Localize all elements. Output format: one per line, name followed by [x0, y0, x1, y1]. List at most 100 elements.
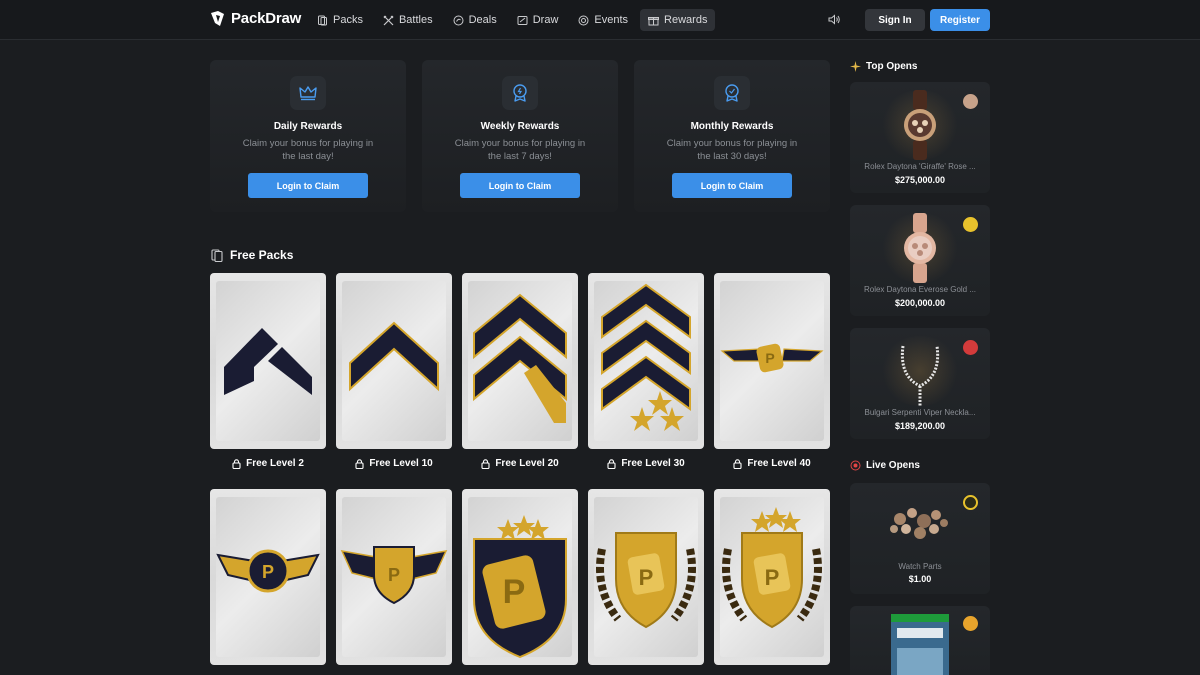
- events-icon: [578, 15, 589, 25]
- draw-icon: [517, 15, 528, 25]
- weekly-rewards-card: Weekly Rewards Claim your bonus for play…: [422, 60, 618, 212]
- lock-icon: [607, 458, 616, 469]
- brand-name: PackDraw: [231, 10, 302, 27]
- monthly-login-to-claim-button[interactable]: Login to Claim: [672, 173, 792, 198]
- pack-row2-3[interactable]: P: [462, 489, 578, 665]
- top-open-item[interactable]: Bulgari Serpenti Viper Neckla... $189,20…: [850, 328, 990, 439]
- user-avatar[interactable]: [963, 340, 978, 355]
- deal-icon: [453, 15, 464, 25]
- pack-free-level-30[interactable]: [588, 273, 704, 449]
- pack-label-text: Free Level 40: [747, 458, 811, 469]
- pack-free-level-40[interactable]: P: [714, 273, 830, 449]
- svg-text:P: P: [262, 562, 274, 582]
- lock-icon: [232, 458, 241, 469]
- free-packs-title: Free Packs: [230, 248, 294, 262]
- item-price: $1.00: [908, 574, 932, 584]
- register-button[interactable]: Register: [930, 9, 990, 31]
- live-open-item[interactable]: [850, 606, 990, 675]
- pack-label-text: Free Level 20: [495, 458, 559, 469]
- live-dot-icon: [850, 460, 861, 471]
- top-open-item[interactable]: Rolex Daytona Everose Gold ... $200,000.…: [850, 205, 990, 316]
- top-open-item[interactable]: Rolex Daytona 'Giraffe' Rose ... $275,00…: [850, 82, 990, 193]
- lock-icon: [481, 458, 490, 469]
- nav-battles-label: Battles: [398, 14, 433, 26]
- item-name: Watch Parts: [898, 562, 942, 571]
- pack-label-level-20: Free Level 20: [462, 458, 578, 469]
- item-price: $275,000.00: [894, 175, 946, 185]
- user-avatar[interactable]: [963, 616, 978, 631]
- pack-label-text: Free Level 2: [246, 458, 304, 469]
- item-price: $189,200.00: [894, 421, 946, 431]
- nav-packs-label: Packs: [333, 14, 363, 26]
- user-avatar[interactable]: [963, 495, 978, 510]
- pack-label-text: Free Level 30: [621, 458, 685, 469]
- pack-free-level-20[interactable]: [462, 273, 578, 449]
- live-opens-header: Live Opens: [850, 460, 920, 471]
- volume-icon[interactable]: [828, 13, 841, 26]
- weekly-login-to-claim-button[interactable]: Login to Claim: [460, 173, 580, 198]
- user-avatar[interactable]: [963, 217, 978, 232]
- laurel-shield-stars-icon: P: [722, 507, 822, 629]
- top-opens-header: Top Opens: [850, 61, 917, 72]
- nav-rewards[interactable]: Rewards: [640, 9, 716, 31]
- pack-label-level-10: Free Level 10: [336, 458, 452, 469]
- item-name: Rolex Daytona Everose Gold ...: [863, 285, 977, 294]
- svg-text:P: P: [503, 573, 526, 611]
- monthly-rewards-card: Monthly Rewards Claim your bonus for pla…: [634, 60, 830, 212]
- shield-stars-icon: P: [473, 515, 567, 659]
- watch-image: [904, 213, 936, 283]
- swords-icon: [383, 15, 394, 25]
- watch-parts-image: [890, 508, 948, 539]
- pack-row2-2[interactable]: P: [336, 489, 452, 665]
- gift-icon: [648, 16, 660, 25]
- pack-row2-4[interactable]: P: [588, 489, 704, 665]
- nav-packs[interactable]: Packs: [309, 9, 371, 31]
- lock-icon: [733, 458, 742, 469]
- pack-free-level-2[interactable]: [210, 273, 326, 449]
- pack-label-text: Free Level 10: [369, 458, 433, 469]
- logo[interactable]: PackDraw: [210, 10, 301, 27]
- svg-text:P: P: [765, 565, 780, 590]
- logo-icon: [211, 10, 224, 26]
- nav-battles[interactable]: Battles: [375, 9, 441, 31]
- lock-icon: [355, 458, 364, 469]
- item-price: $200,000.00: [894, 298, 946, 308]
- svg-text:P: P: [639, 565, 654, 590]
- pack-row2-5[interactable]: P: [714, 489, 830, 665]
- item-name: Rolex Daytona 'Giraffe' Rose ...: [864, 162, 976, 171]
- shield-wings-icon: P: [340, 546, 448, 605]
- weekly-rewards-desc: Claim your bonus for playing in the last…: [454, 138, 586, 162]
- chevron-rank-2-icon: [349, 321, 439, 392]
- monthly-rewards-title: Monthly Rewards: [690, 121, 774, 132]
- game-cover-image: [891, 614, 949, 675]
- nav-draw[interactable]: Draw: [509, 9, 567, 31]
- svg-text:P: P: [765, 350, 774, 366]
- badge-icon: [714, 76, 750, 110]
- necklace-image: [900, 345, 940, 406]
- weekly-rewards-title: Weekly Rewards: [480, 121, 560, 132]
- chevron-rank-3-icon: [473, 293, 567, 423]
- winged-badge-icon: P: [216, 549, 320, 593]
- nav-deals[interactable]: Deals: [445, 9, 505, 31]
- user-avatar[interactable]: [963, 94, 978, 109]
- pack-free-level-10[interactable]: [336, 273, 452, 449]
- nav-deals-label: Deals: [468, 14, 497, 26]
- nav-rewards-label: Rewards: [664, 14, 708, 26]
- watch-image: [904, 90, 936, 160]
- monthly-rewards-desc: Claim your bonus for playing in the last…: [666, 138, 798, 162]
- live-open-item[interactable]: Watch Parts $1.00: [850, 483, 990, 594]
- laurel-shield-icon: P: [596, 532, 696, 629]
- nav-events[interactable]: Events: [570, 9, 636, 31]
- daily-rewards-title: Daily Rewards: [273, 121, 343, 132]
- pack-icon: [318, 15, 327, 25]
- daily-rewards-desc: Claim your bonus for playing in the last…: [242, 138, 374, 162]
- medal-icon: [502, 76, 538, 110]
- pack-label-level-40: Free Level 40: [714, 458, 830, 469]
- daily-login-to-claim-button[interactable]: Login to Claim: [248, 173, 368, 198]
- chevron-rank-1-icon: [224, 328, 312, 395]
- sign-in-button[interactable]: Sign In: [865, 9, 925, 31]
- live-opens-title: Live Opens: [866, 460, 920, 471]
- nav-events-label: Events: [594, 14, 629, 26]
- winged-badge-icon: P: [720, 343, 824, 373]
- pack-row2-1[interactable]: P: [210, 489, 326, 665]
